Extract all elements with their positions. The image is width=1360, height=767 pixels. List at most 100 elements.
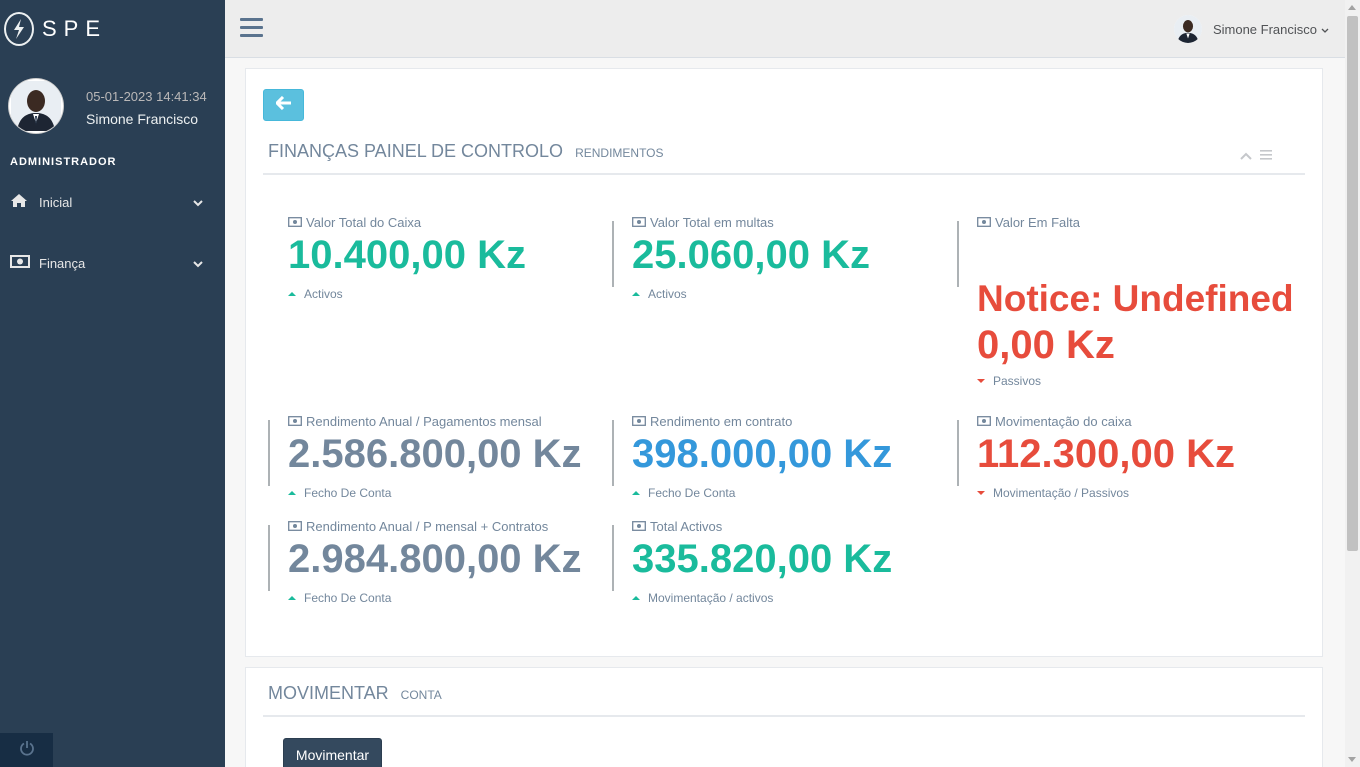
panel-tools <box>1240 147 1272 165</box>
stat-sub-text: Movimentação / activos <box>648 591 774 605</box>
scroll-up-arrow-icon[interactable] <box>1348 5 1356 10</box>
money-icon <box>10 255 30 271</box>
stat-sub: Activos <box>632 287 934 301</box>
sidebar-item-inicial[interactable]: Inicial <box>0 182 225 222</box>
stat-label-text: Valor Em Falta <box>995 214 1081 230</box>
arrow-left-icon <box>275 95 292 115</box>
stat-label: Total Activos <box>632 518 934 534</box>
money-icon <box>632 414 646 429</box>
stat-label-text: Rendimento Anual / P mensal + Contratos <box>306 518 549 534</box>
php-notice-text: Notice: Undefined <box>977 278 1294 319</box>
stat-sub-text: Movimentação / Passivos <box>993 486 1130 500</box>
menu-toggle-button[interactable] <box>240 18 263 38</box>
money-icon <box>632 519 646 534</box>
stat-sub: Passivos <box>977 374 1279 388</box>
stat-value: 2.586.800,00 Kz <box>288 432 582 476</box>
user-menu[interactable]: Simone Francisco <box>1173 15 1329 43</box>
brand-name: SPE <box>42 16 108 41</box>
trend-up-icon <box>288 491 296 495</box>
stat-label-text: Total Activos <box>650 518 723 534</box>
stat-sub: Movimentação / activos <box>632 591 934 605</box>
stat-sub-text: Activos <box>304 287 343 301</box>
finance-dashboard-panel: FINANÇAS PAINEL DE CONTROLO RENDIMENTOS V… <box>245 68 1323 657</box>
stat-label-text: Valor Total em multas <box>650 214 774 230</box>
money-icon <box>288 215 302 230</box>
brand[interactable]: SPE <box>4 10 107 48</box>
stat-value: 0,00 Kz <box>977 323 1115 367</box>
stat-label-text: Valor Total do Caixa <box>306 214 422 230</box>
money-icon <box>977 215 991 230</box>
money-icon <box>288 519 302 534</box>
panel-title: MOVIMENTAR CONTA <box>268 683 442 704</box>
logout-button[interactable] <box>0 733 53 767</box>
stat-rendimento-contrato: Rendimento em contrato 398.000,00 Kz Fec… <box>614 413 934 500</box>
stat-sub-text: Fecho De Conta <box>304 486 392 500</box>
stat-value: 25.060,00 Kz <box>632 233 870 277</box>
trend-down-icon <box>977 491 985 495</box>
stat-valor-total-multas: Valor Total em multas 25.060,00 Kz Activ… <box>614 214 934 301</box>
profile-name: Simone Francisco <box>86 111 199 127</box>
panel-title: FINANÇAS PAINEL DE CONTROLO RENDIMENTOS <box>268 141 664 162</box>
home-icon <box>10 193 28 211</box>
stat-label-text: Rendimento Anual / Pagamentos mensal <box>306 413 542 429</box>
stat-sub: Fecho De Conta <box>288 591 590 605</box>
stat-label-text: Movimentação do caixa <box>995 413 1132 429</box>
movimentar-panel: MOVIMENTAR CONTA Movimentar <box>245 667 1323 767</box>
stat-sub-text: Fecho De Conta <box>648 486 736 500</box>
title-divider <box>263 173 1305 175</box>
profile-date: 05-01-2023 14:41:34 <box>86 89 207 104</box>
stat-label: Movimentação do caixa <box>977 413 1279 429</box>
panel-title-text: MOVIMENTAR <box>268 683 389 703</box>
stat-value: 335.820,00 Kz <box>632 537 893 581</box>
trend-up-icon <box>632 292 640 296</box>
stat-label: Valor Em Falta <box>977 214 1279 230</box>
money-icon <box>977 414 991 429</box>
stat-label: Rendimento Anual / P mensal + Contratos <box>288 518 590 534</box>
stat-label: Valor Total do Caixa <box>288 214 590 230</box>
collapse-icon[interactable] <box>1240 147 1252 165</box>
trend-up-icon <box>288 596 296 600</box>
user-avatar <box>1173 15 1202 43</box>
scroll-thumb[interactable] <box>1347 16 1358 551</box>
panel-subtitle: CONTA <box>400 688 442 702</box>
trend-down-icon <box>977 379 985 383</box>
stat-sub-text: Fecho De Conta <box>304 591 392 605</box>
stat-valor-em-falta: Valor Em Falta Notice: Undefined 0,00 Kz… <box>959 214 1294 388</box>
stat-sub: Activos <box>288 287 590 301</box>
stat-movimentacao-caixa: Movimentação do caixa 112.300,00 Kz Movi… <box>959 413 1279 500</box>
scroll-down-arrow-icon[interactable] <box>1348 757 1356 762</box>
chevron-down-icon <box>193 195 203 210</box>
vertical-scrollbar[interactable] <box>1345 0 1360 767</box>
back-button[interactable] <box>263 89 304 121</box>
chevron-down-icon <box>193 256 203 271</box>
stat-label-text: Rendimento em contrato <box>650 413 793 429</box>
sidebar: SPE 05-01-2023 14:41:34 Simone Francisco… <box>0 0 225 767</box>
trend-up-icon <box>632 596 640 600</box>
stat-label: Rendimento em contrato <box>632 413 934 429</box>
sidebar-item-label: Inicial <box>39 194 73 210</box>
stat-value: 112.300,00 Kz <box>977 432 1235 476</box>
movimentar-button[interactable]: Movimentar <box>283 738 382 767</box>
user-name: Simone Francisco <box>1212 21 1317 37</box>
power-icon <box>19 740 35 761</box>
menu-icon[interactable] <box>1260 147 1272 165</box>
stat-value: 10.400,00 Kz <box>288 233 526 277</box>
money-icon <box>288 414 302 429</box>
trend-up-icon <box>632 491 640 495</box>
title-divider <box>263 715 1305 717</box>
stat-sub-text: Passivos <box>993 374 1042 388</box>
panel-subtitle: RENDIMENTOS <box>575 146 664 160</box>
lightning-logo-icon <box>4 12 34 46</box>
sidebar-item-financa[interactable]: Finança <box>0 243 225 283</box>
stat-sub: Fecho De Conta <box>632 486 934 500</box>
sidebar-section-title: ADMINISTRADOR <box>10 156 117 168</box>
stat-value: 2.984.800,00 Kz <box>288 537 582 581</box>
top-navbar: Simone Francisco <box>225 0 1345 58</box>
stat-label: Rendimento Anual / Pagamentos mensal <box>288 413 590 429</box>
profile-avatar <box>8 78 64 134</box>
stat-sub-text: Activos <box>648 287 687 301</box>
chevron-down-icon <box>1321 22 1329 37</box>
stat-sub: Fecho De Conta <box>288 486 590 500</box>
stat-rendimento-anual: Rendimento Anual / Pagamentos mensal 2.5… <box>270 413 590 500</box>
stat-rendimento-anual-contratos: Rendimento Anual / P mensal + Contratos … <box>270 518 590 605</box>
